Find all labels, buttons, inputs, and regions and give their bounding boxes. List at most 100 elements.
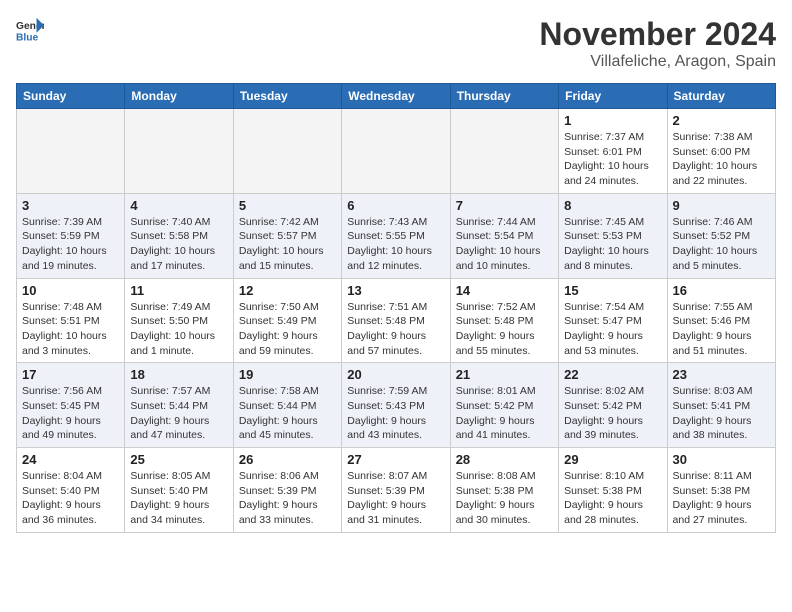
day-info: Sunrise: 8:02 AMSunset: 5:42 PMDaylight:… bbox=[564, 384, 661, 443]
page-header: General Blue November 2024 Villafeliche,… bbox=[16, 16, 776, 71]
day-info: Sunrise: 7:44 AMSunset: 5:54 PMDaylight:… bbox=[456, 215, 553, 274]
month-title: November 2024 bbox=[539, 16, 776, 53]
calendar-cell: 1Sunrise: 7:37 AMSunset: 6:01 PMDaylight… bbox=[559, 109, 667, 194]
calendar-cell: 12Sunrise: 7:50 AMSunset: 5:49 PMDayligh… bbox=[233, 278, 341, 363]
day-number: 22 bbox=[564, 367, 661, 382]
svg-text:Blue: Blue bbox=[16, 32, 39, 43]
calendar-cell bbox=[17, 109, 125, 194]
title-block: November 2024 Villafeliche, Aragon, Spai… bbox=[539, 16, 776, 71]
header-row: SundayMondayTuesdayWednesdayThursdayFrid… bbox=[17, 84, 776, 109]
day-number: 24 bbox=[22, 452, 119, 467]
day-info: Sunrise: 7:52 AMSunset: 5:48 PMDaylight:… bbox=[456, 300, 553, 359]
day-number: 27 bbox=[347, 452, 444, 467]
calendar-cell: 9Sunrise: 7:46 AMSunset: 5:52 PMDaylight… bbox=[667, 193, 775, 278]
calendar-cell: 21 Sunrise: 8:01 AMSunset: 5:42 PMDayligh… bbox=[450, 363, 558, 448]
day-info: Sunrise: 7:58 AMSunset: 5:44 PMDaylight:… bbox=[239, 384, 336, 443]
day-number: 16 bbox=[673, 283, 770, 298]
calendar-cell: 29 Sunrise: 8:10 AMSunset: 5:38 PMDayligh… bbox=[559, 448, 667, 533]
day-header-thursday: Thursday bbox=[450, 84, 558, 109]
day-info: Sunrise: 8:06 AMSunset: 5:39 PMDaylight:… bbox=[239, 469, 336, 528]
calendar-cell: 2Sunrise: 7:38 AMSunset: 6:00 PMDaylight… bbox=[667, 109, 775, 194]
day-number: 13 bbox=[347, 283, 444, 298]
calendar-cell: 23 Sunrise: 8:03 AMSunset: 5:41 PMDayligh… bbox=[667, 363, 775, 448]
calendar-cell: 19 Sunrise: 7:58 AMSunset: 5:44 PMDayligh… bbox=[233, 363, 341, 448]
logo-icon: General Blue bbox=[16, 16, 44, 44]
day-number: 19 bbox=[239, 367, 336, 382]
day-number: 11 bbox=[130, 283, 227, 298]
calendar-cell: 25 Sunrise: 8:05 AMSunset: 5:40 PMDayligh… bbox=[125, 448, 233, 533]
calendar-table: SundayMondayTuesdayWednesdayThursdayFrid… bbox=[16, 83, 776, 533]
calendar-cell: 6 Sunrise: 7:43 AMSunset: 5:55 PMDaylight… bbox=[342, 193, 450, 278]
calendar-cell: 13 Sunrise: 7:51 AMSunset: 5:48 PMDayligh… bbox=[342, 278, 450, 363]
day-info: Sunrise: 7:45 AMSunset: 5:53 PMDaylight:… bbox=[564, 215, 661, 274]
calendar-cell bbox=[233, 109, 341, 194]
day-info: Sunrise: 8:10 AMSunset: 5:38 PMDaylight:… bbox=[564, 469, 661, 528]
day-info: Sunrise: 7:49 AMSunset: 5:50 PMDaylight:… bbox=[130, 300, 227, 359]
calendar-cell: 11 Sunrise: 7:49 AMSunset: 5:50 PMDayligh… bbox=[125, 278, 233, 363]
day-info: Sunrise: 8:08 AMSunset: 5:38 PMDaylight:… bbox=[456, 469, 553, 528]
day-header-friday: Friday bbox=[559, 84, 667, 109]
day-info: Sunrise: 8:01 AMSunset: 5:42 PMDaylight:… bbox=[456, 384, 553, 443]
day-number: 1 bbox=[564, 113, 661, 128]
calendar-week-3: 10Sunrise: 7:48 AMSunset: 5:51 PMDayligh… bbox=[17, 278, 776, 363]
day-info: Sunrise: 8:07 AMSunset: 5:39 PMDaylight:… bbox=[347, 469, 444, 528]
day-info: Sunrise: 7:54 AMSunset: 5:47 PMDaylight:… bbox=[564, 300, 661, 359]
calendar-cell bbox=[342, 109, 450, 194]
calendar-cell: 4Sunrise: 7:40 AMSunset: 5:58 PMDaylight… bbox=[125, 193, 233, 278]
calendar-cell: 8 Sunrise: 7:45 AMSunset: 5:53 PMDaylight… bbox=[559, 193, 667, 278]
logo: General Blue bbox=[16, 16, 44, 44]
day-number: 8 bbox=[564, 198, 661, 213]
day-number: 7 bbox=[456, 198, 553, 213]
calendar-cell: 14 Sunrise: 7:52 AMSunset: 5:48 PMDayligh… bbox=[450, 278, 558, 363]
calendar-cell: 16Sunrise: 7:55 AMSunset: 5:46 PMDayligh… bbox=[667, 278, 775, 363]
day-info: Sunrise: 8:05 AMSunset: 5:40 PMDaylight:… bbox=[130, 469, 227, 528]
calendar-cell: 20 Sunrise: 7:59 AMSunset: 5:43 PMDayligh… bbox=[342, 363, 450, 448]
day-number: 14 bbox=[456, 283, 553, 298]
day-info: Sunrise: 7:39 AMSunset: 5:59 PMDaylight:… bbox=[22, 215, 119, 274]
day-info: Sunrise: 7:59 AMSunset: 5:43 PMDaylight:… bbox=[347, 384, 444, 443]
day-number: 23 bbox=[673, 367, 770, 382]
day-info: Sunrise: 7:56 AMSunset: 5:45 PMDaylight:… bbox=[22, 384, 119, 443]
day-number: 15 bbox=[564, 283, 661, 298]
calendar-cell: 18 Sunrise: 7:57 AMSunset: 5:44 PMDayligh… bbox=[125, 363, 233, 448]
day-header-sunday: Sunday bbox=[17, 84, 125, 109]
calendar-cell: 17Sunrise: 7:56 AMSunset: 5:45 PMDayligh… bbox=[17, 363, 125, 448]
day-number: 29 bbox=[564, 452, 661, 467]
calendar-week-1: 1Sunrise: 7:37 AMSunset: 6:01 PMDaylight… bbox=[17, 109, 776, 194]
calendar-cell: 27 Sunrise: 8:07 AMSunset: 5:39 PMDayligh… bbox=[342, 448, 450, 533]
day-number: 6 bbox=[347, 198, 444, 213]
day-header-monday: Monday bbox=[125, 84, 233, 109]
calendar-body: 1Sunrise: 7:37 AMSunset: 6:01 PMDaylight… bbox=[17, 109, 776, 533]
day-info: Sunrise: 7:57 AMSunset: 5:44 PMDaylight:… bbox=[130, 384, 227, 443]
day-number: 9 bbox=[673, 198, 770, 213]
day-number: 12 bbox=[239, 283, 336, 298]
day-info: Sunrise: 8:03 AMSunset: 5:41 PMDaylight:… bbox=[673, 384, 770, 443]
calendar-cell: 28 Sunrise: 8:08 AMSunset: 5:38 PMDayligh… bbox=[450, 448, 558, 533]
day-number: 18 bbox=[130, 367, 227, 382]
calendar-week-2: 3Sunrise: 7:39 AMSunset: 5:59 PMDaylight… bbox=[17, 193, 776, 278]
day-number: 20 bbox=[347, 367, 444, 382]
day-number: 26 bbox=[239, 452, 336, 467]
calendar-cell: 5 Sunrise: 7:42 AMSunset: 5:57 PMDaylight… bbox=[233, 193, 341, 278]
day-info: Sunrise: 7:48 AMSunset: 5:51 PMDaylight:… bbox=[22, 300, 119, 359]
calendar-cell: 22 Sunrise: 8:02 AMSunset: 5:42 PMDayligh… bbox=[559, 363, 667, 448]
day-number: 21 bbox=[456, 367, 553, 382]
day-number: 25 bbox=[130, 452, 227, 467]
day-header-saturday: Saturday bbox=[667, 84, 775, 109]
day-number: 30 bbox=[673, 452, 770, 467]
location: Villafeliche, Aragon, Spain bbox=[539, 53, 776, 71]
day-info: Sunrise: 7:43 AMSunset: 5:55 PMDaylight:… bbox=[347, 215, 444, 274]
day-info: Sunrise: 7:42 AMSunset: 5:57 PMDaylight:… bbox=[239, 215, 336, 274]
calendar-cell: 3Sunrise: 7:39 AMSunset: 5:59 PMDaylight… bbox=[17, 193, 125, 278]
calendar-cell: 24Sunrise: 8:04 AMSunset: 5:40 PMDayligh… bbox=[17, 448, 125, 533]
calendar-cell: 30Sunrise: 8:11 AMSunset: 5:38 PMDayligh… bbox=[667, 448, 775, 533]
calendar-week-4: 17Sunrise: 7:56 AMSunset: 5:45 PMDayligh… bbox=[17, 363, 776, 448]
day-number: 28 bbox=[456, 452, 553, 467]
day-number: 4 bbox=[130, 198, 227, 213]
day-header-tuesday: Tuesday bbox=[233, 84, 341, 109]
day-number: 5 bbox=[239, 198, 336, 213]
day-info: Sunrise: 7:51 AMSunset: 5:48 PMDaylight:… bbox=[347, 300, 444, 359]
calendar-cell: 7 Sunrise: 7:44 AMSunset: 5:54 PMDaylight… bbox=[450, 193, 558, 278]
day-number: 2 bbox=[673, 113, 770, 128]
calendar-cell: 10Sunrise: 7:48 AMSunset: 5:51 PMDayligh… bbox=[17, 278, 125, 363]
